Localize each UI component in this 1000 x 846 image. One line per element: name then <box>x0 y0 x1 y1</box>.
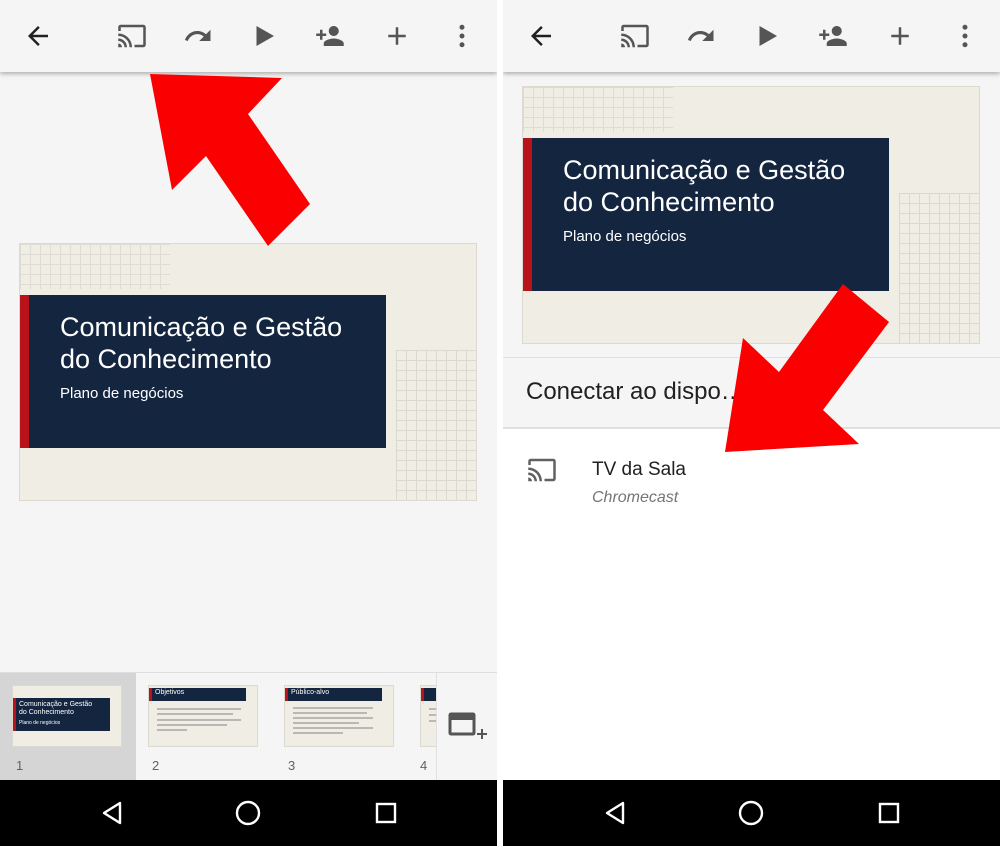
thumbnail-title: Comunicação e Gestão <box>19 701 93 708</box>
slide-decoration <box>20 244 170 289</box>
play-icon[interactable] <box>749 18 785 54</box>
thumbnail-text-line <box>429 720 436 722</box>
redo-icon[interactable] <box>180 18 216 54</box>
android-nav-bar <box>503 780 1000 846</box>
thumbnail-text-line <box>157 719 241 721</box>
slide-subtitle: Plano de negócios <box>60 385 184 402</box>
thumbnail-preview: Comunicação e Gestão do Conhecimento Pla… <box>12 685 122 747</box>
thumbnail-number: 2 <box>152 758 160 773</box>
back-arrow-icon[interactable] <box>20 18 56 54</box>
add-icon[interactable] <box>379 18 415 54</box>
slide-thumbnails: Comunicação e Gestão do Conhecimento Pla… <box>0 672 497 781</box>
slide-title-box: Comunicação e Gestão do Conhecimento Pla… <box>20 295 386 448</box>
cast-icon[interactable] <box>114 18 150 54</box>
thumbnail-title-box: Comunicação e Gestão do Conhecimento Pla… <box>13 698 110 731</box>
thumbnail-title: Público-alvo <box>291 689 330 696</box>
nav-home-icon[interactable] <box>228 793 268 833</box>
slide-decoration <box>899 193 979 343</box>
slide-accent-bar <box>523 138 532 291</box>
nav-home-icon[interactable] <box>731 793 771 833</box>
thumbnail-title-box <box>421 688 436 701</box>
nav-back-icon[interactable] <box>595 793 635 833</box>
top-toolbar <box>0 0 497 72</box>
slide-accent-bar <box>20 295 29 448</box>
thumbnail-preview <box>420 685 436 747</box>
add-icon[interactable] <box>882 18 918 54</box>
cast-icon[interactable] <box>617 18 653 54</box>
more-vert-icon[interactable] <box>947 18 983 54</box>
thumbnail-text-line <box>157 713 233 715</box>
play-icon[interactable] <box>246 18 282 54</box>
nav-recents-icon[interactable] <box>869 793 909 833</box>
nav-recents-icon[interactable] <box>366 793 406 833</box>
thumbnail-text-line <box>293 712 367 714</box>
thumbnail-title: Objetivos <box>155 689 185 696</box>
thumbnail-text-line <box>293 722 359 724</box>
thumbnail-number: 1 <box>16 758 24 773</box>
thumbnail-number: 3 <box>288 758 296 773</box>
redo-icon[interactable] <box>683 18 719 54</box>
cast-dialog-title: Conectar ao dispo… <box>526 378 745 405</box>
android-nav-bar <box>0 780 497 846</box>
thumbnail-text-line <box>157 724 227 726</box>
thumbnail-text-line <box>157 708 241 710</box>
thumbnail-title-box: Público-alvo <box>285 688 382 701</box>
slide-subtitle: Plano de negócios <box>563 228 687 245</box>
thumbnail-title-box: Objetivos <box>149 688 246 701</box>
thumbnail-slide-2[interactable]: Objetivos 2 <box>136 673 272 781</box>
add-person-icon[interactable] <box>312 18 348 54</box>
thumbnail-title: do Conhecimento <box>19 709 74 716</box>
top-toolbar <box>503 0 1000 72</box>
thumbnail-slide-4[interactable]: 4 <box>408 673 436 781</box>
thumbnail-text-line <box>293 732 343 734</box>
add-person-icon[interactable] <box>815 18 851 54</box>
thumbnail-text-line <box>429 708 436 710</box>
cast-device-type: Chromecast <box>592 489 679 506</box>
thumbnail-text-line <box>157 729 187 731</box>
nav-back-icon[interactable] <box>92 793 132 833</box>
red-arrow-annotation <box>725 284 889 452</box>
thumbnail-text-line <box>293 727 373 729</box>
thumbnail-text-line <box>293 717 373 719</box>
right-screen: Comunicação e Gestão do Conhecimento Pla… <box>503 0 1000 846</box>
slide-title-box: Comunicação e Gestão do Conhecimento Pla… <box>523 138 889 291</box>
thumbnail-slide-3[interactable]: Público-alvo 3 <box>272 673 408 781</box>
slide-title-line1: Comunicação e Gestão <box>563 155 846 185</box>
slide-title-line2: do Conhecimento <box>60 344 272 374</box>
thumbnail-preview: Objetivos <box>148 685 258 747</box>
add-slide-button[interactable] <box>436 673 497 781</box>
slide-decoration <box>523 87 673 132</box>
slide-title-line2: do Conhecimento <box>563 187 775 217</box>
cast-device-name: TV da Sala <box>592 459 686 480</box>
thumbnail-number: 4 <box>420 758 428 773</box>
back-arrow-icon[interactable] <box>523 18 559 54</box>
slide-title-line1: Comunicação e Gestão <box>60 312 343 342</box>
left-screen: Comunicação e Gestão do Conhecimento Pla… <box>0 0 497 846</box>
thumbnail-text-line <box>293 707 373 709</box>
more-vert-icon[interactable] <box>444 18 480 54</box>
slide-decoration <box>396 350 476 500</box>
cast-device-icon <box>528 458 556 482</box>
thumbnail-subtitle: Plano de negócios <box>19 720 61 726</box>
red-arrow-annotation <box>150 74 310 246</box>
slide-preview[interactable]: Comunicação e Gestão do Conhecimento Pla… <box>19 243 477 501</box>
thumbnail-preview: Público-alvo <box>284 685 394 747</box>
add-slide-icon <box>448 712 487 739</box>
thumbnail-text-line <box>429 714 436 716</box>
thumbnail-slide-1[interactable]: Comunicação e Gestão do Conhecimento Pla… <box>0 673 136 781</box>
